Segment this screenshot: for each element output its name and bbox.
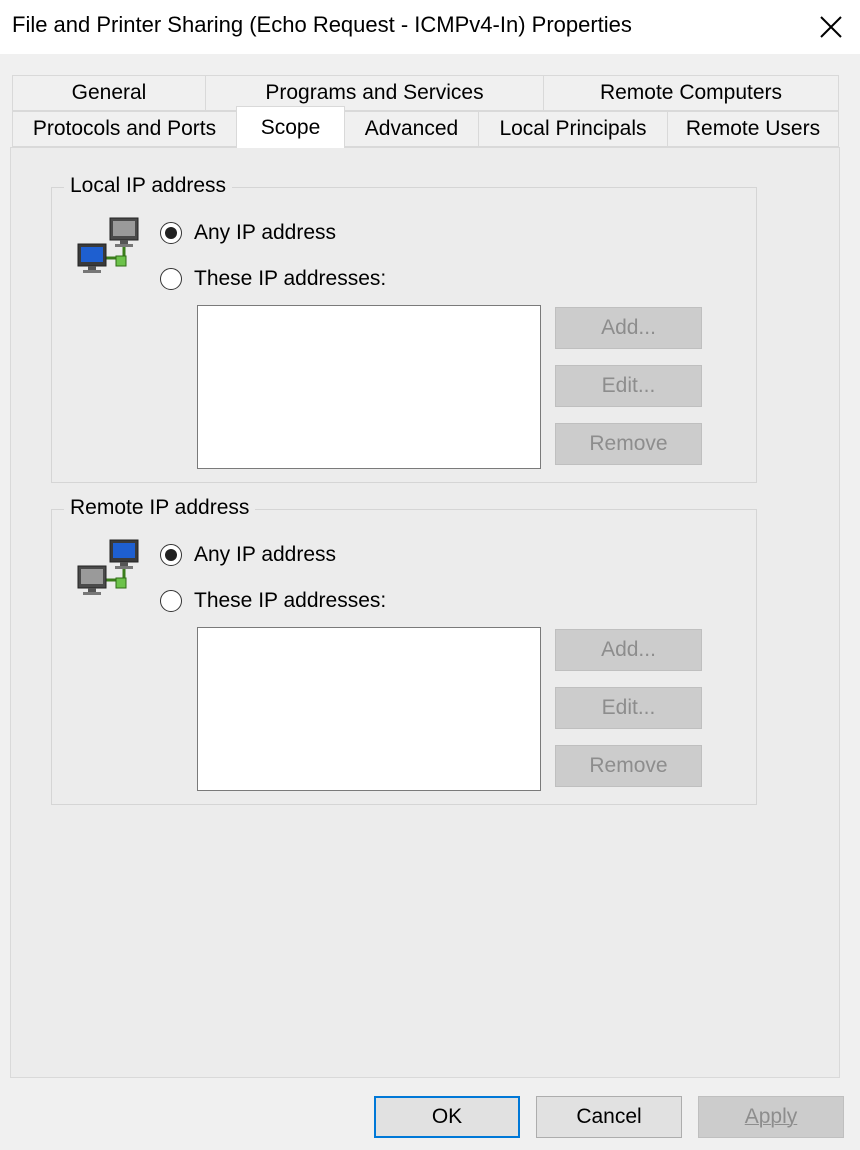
network-computers-icon bbox=[77, 217, 139, 273]
local-these-ip-radio[interactable]: These IP addresses: bbox=[160, 267, 386, 291]
radio-button[interactable] bbox=[160, 222, 182, 244]
radio-button[interactable] bbox=[160, 544, 182, 566]
remote-remove-button[interactable]: Remove bbox=[555, 745, 702, 787]
remote-ip-group: Remote IP address Any IP address These I… bbox=[51, 496, 757, 805]
tab-protocols-and-ports[interactable]: Protocols and Ports bbox=[12, 111, 237, 147]
tab-label: Local Principals bbox=[499, 117, 647, 140]
remote-these-ip-radio[interactable]: These IP addresses: bbox=[160, 589, 386, 613]
tab-advanced[interactable]: Advanced bbox=[344, 111, 479, 147]
remote-edit-button[interactable]: Edit... bbox=[555, 687, 702, 729]
remote-these-ip-label: These IP addresses: bbox=[194, 589, 387, 612]
close-icon bbox=[820, 16, 842, 38]
network-computers-icon bbox=[77, 539, 139, 595]
window-title: File and Printer Sharing (Echo Request -… bbox=[12, 12, 632, 37]
local-these-ip-label: These IP addresses: bbox=[194, 267, 387, 290]
local-edit-button[interactable]: Edit... bbox=[555, 365, 702, 407]
ok-button[interactable]: OK bbox=[374, 1096, 520, 1138]
local-ip-group-label: Local IP address bbox=[64, 174, 233, 198]
local-any-ip-label: Any IP address bbox=[194, 221, 337, 244]
tab-local-principals[interactable]: Local Principals bbox=[478, 111, 668, 147]
radio-selected-dot bbox=[165, 549, 177, 561]
local-any-ip-radio[interactable]: Any IP address bbox=[160, 221, 336, 245]
remote-any-ip-radio[interactable]: Any IP address bbox=[160, 543, 336, 567]
tab-label: Programs and Services bbox=[265, 81, 484, 104]
tab-label: Scope bbox=[260, 115, 321, 139]
remote-ip-list[interactable] bbox=[197, 627, 541, 791]
local-add-button[interactable]: Add... bbox=[555, 307, 702, 349]
scope-tab-panel: Local IP address Any IP address These IP… bbox=[10, 147, 840, 1078]
tab-label: Advanced bbox=[364, 117, 459, 140]
apply-label: Apply bbox=[744, 1105, 798, 1128]
remote-add-button[interactable]: Add... bbox=[555, 629, 702, 671]
remote-any-ip-label: Any IP address bbox=[194, 543, 337, 566]
tab-general[interactable]: General bbox=[12, 75, 206, 111]
local-ip-group: Local IP address Any IP address These IP… bbox=[51, 174, 757, 483]
tab-label: Remote Users bbox=[685, 117, 821, 140]
remote-ip-group-label: Remote IP address bbox=[64, 496, 256, 520]
tab-scope[interactable]: Scope bbox=[236, 106, 345, 148]
local-ip-list[interactable] bbox=[197, 305, 541, 469]
tab-label: Remote Computers bbox=[599, 81, 783, 104]
radio-selected-dot bbox=[165, 227, 177, 239]
apply-button[interactable]: Apply bbox=[698, 1096, 844, 1138]
radio-button[interactable] bbox=[160, 590, 182, 612]
tab-label: General bbox=[71, 81, 147, 104]
tab-label: Protocols and Ports bbox=[32, 117, 217, 140]
tab-remote-users[interactable]: Remote Users bbox=[667, 111, 839, 147]
title-bar: File and Printer Sharing (Echo Request -… bbox=[0, 0, 860, 54]
radio-button[interactable] bbox=[160, 268, 182, 290]
close-button[interactable] bbox=[802, 0, 860, 54]
tab-remote-computers[interactable]: Remote Computers bbox=[543, 75, 839, 111]
cancel-button[interactable]: Cancel bbox=[536, 1096, 682, 1138]
local-remove-button[interactable]: Remove bbox=[555, 423, 702, 465]
